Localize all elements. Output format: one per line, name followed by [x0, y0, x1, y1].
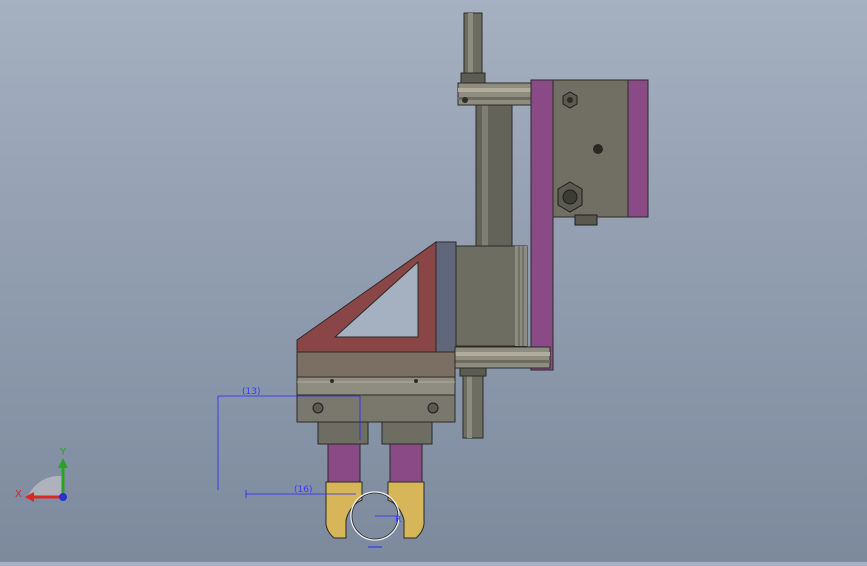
cad-viewport[interactable]: R (13) (16) Y X: [0, 0, 867, 562]
cad-model-view[interactable]: R (13) (16) Y X: [0, 0, 867, 562]
radius-label[interactable]: R: [395, 515, 401, 525]
triangular-gusset[interactable]: [296, 241, 437, 353]
dimension-lower-label[interactable]: (16): [294, 485, 312, 495]
bottom-bracket[interactable]: [454, 346, 551, 369]
gripper-body[interactable]: [296, 351, 456, 423]
guide-rod[interactable]: [459, 12, 513, 439]
gripper-jaw-left[interactable]: [317, 421, 369, 539]
y-axis-label: Y: [59, 447, 67, 458]
port-hole-icon: [593, 144, 603, 154]
purple-end-cap: [627, 79, 649, 218]
reference-triad: Y X: [15, 447, 68, 502]
screw-icon: [312, 402, 324, 414]
slate-mount-plate: [435, 241, 457, 353]
z-axis-dot-icon: [59, 493, 67, 501]
cylinder-block[interactable]: [552, 79, 649, 226]
workpiece[interactable]: R: [350, 491, 401, 548]
screw-icon: [427, 402, 439, 414]
gripper-jaw-right[interactable]: [381, 421, 433, 539]
x-axis-label: X: [15, 489, 22, 500]
sensor-clip: [574, 214, 598, 226]
bolt-icon: [462, 97, 468, 103]
slider-carriage[interactable]: [435, 241, 528, 353]
dimension-upper-label[interactable]: (13): [242, 387, 260, 397]
purple-vertical-plate[interactable]: [530, 79, 554, 371]
